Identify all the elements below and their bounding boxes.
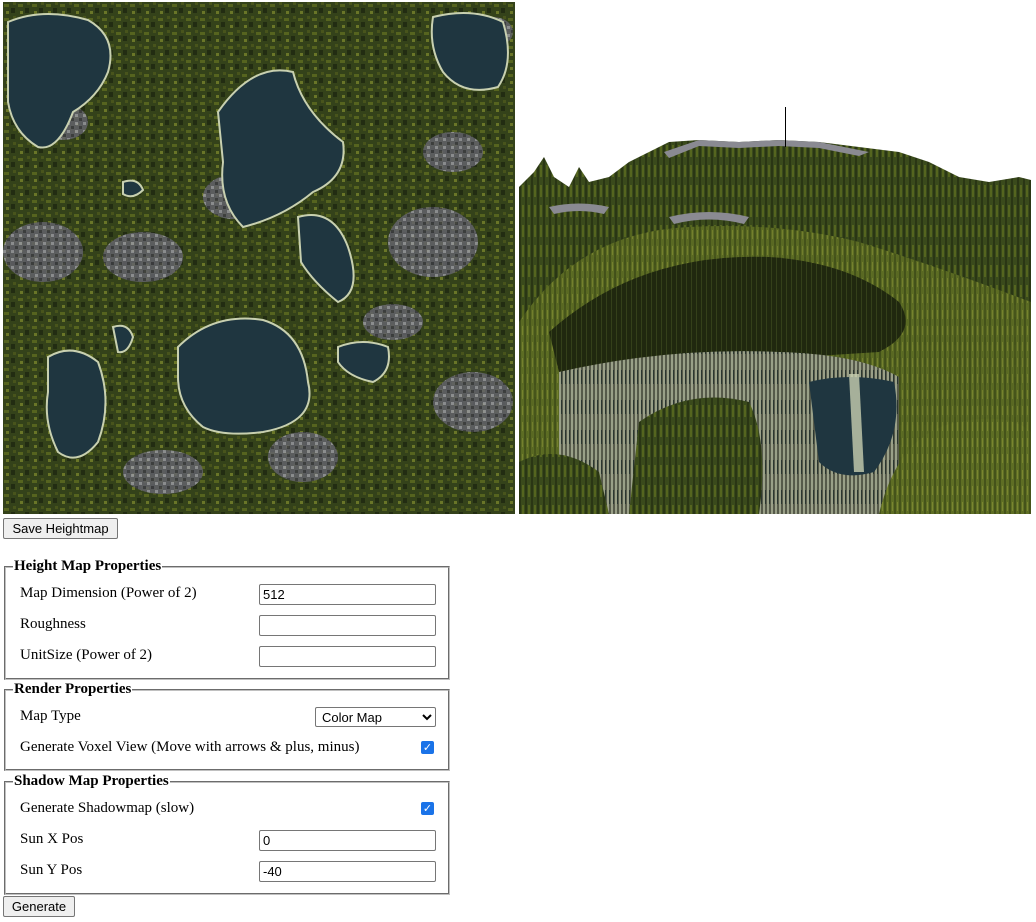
roughness-row: Roughness	[20, 614, 436, 638]
heightmap-image	[3, 2, 515, 514]
sun-y-row: Sun Y Pos	[20, 860, 436, 884]
sun-x-row: Sun X Pos	[20, 829, 436, 853]
shadowmap-label: Generate Shadowmap (slow)	[20, 800, 195, 816]
render-properties-legend: Render Properties	[14, 681, 132, 697]
map-dimension-input[interactable]	[259, 584, 436, 605]
map-dimension-row: Map Dimension (Power of 2)	[20, 583, 436, 607]
shadowmap-row: Generate Shadowmap (slow) ✓	[20, 798, 436, 822]
shadow-map-properties-legend: Shadow Map Properties	[14, 773, 169, 789]
roughness-input[interactable]	[259, 615, 436, 636]
sun-y-input[interactable]	[259, 861, 436, 882]
height-map-properties-group: Height Map Properties Map Dimension (Pow…	[4, 558, 450, 680]
render-properties-group: Render Properties Map Type Color Map Gen…	[4, 681, 450, 771]
map-type-select[interactable]: Color Map	[315, 707, 436, 727]
unit-size-label: UnitSize (Power of 2)	[20, 647, 153, 663]
sun-x-input[interactable]	[259, 830, 436, 851]
voxel-view-image	[519, 107, 1031, 514]
unit-size-row: UnitSize (Power of 2)	[20, 645, 436, 669]
voxel-view-canvas[interactable]	[519, 2, 1031, 514]
sun-x-label: Sun X Pos	[20, 831, 84, 847]
save-heightmap-button[interactable]: Save Heightmap	[3, 518, 118, 539]
voxel-view-label: Generate Voxel View (Move with arrows & …	[20, 739, 360, 755]
map-type-label: Map Type	[20, 708, 81, 724]
shadowmap-checkbox[interactable]: ✓	[421, 802, 434, 815]
voxel-view-checkbox[interactable]: ✓	[421, 741, 434, 754]
unit-size-input[interactable]	[259, 646, 436, 667]
heightmap-canvas	[3, 2, 515, 514]
voxel-view-row: Generate Voxel View (Move with arrows & …	[20, 737, 436, 761]
shadow-map-properties-group: Shadow Map Properties Generate Shadowmap…	[4, 773, 450, 895]
roughness-label: Roughness	[20, 616, 86, 632]
map-dimension-label: Map Dimension (Power of 2)	[20, 585, 197, 601]
height-map-properties-legend: Height Map Properties	[14, 558, 162, 574]
map-type-row: Map Type Color Map	[20, 706, 436, 730]
sun-y-label: Sun Y Pos	[20, 862, 83, 878]
generate-button[interactable]: Generate	[3, 896, 75, 917]
